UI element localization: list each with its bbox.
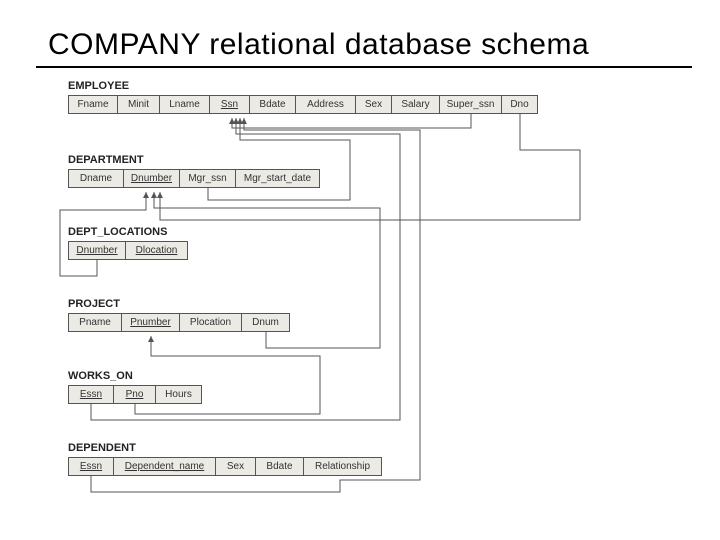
page-title: COMPANY relational database schema (48, 28, 589, 62)
table-row: Essn Pno Hours (68, 385, 202, 404)
fk-super-ssn-to-ssn (232, 114, 471, 128)
table-row: Fname Minit Lname Ssn Bdate Address Sex … (68, 95, 538, 114)
table-name: PROJECT (68, 298, 290, 310)
table-name: EMPLOYEE (68, 80, 538, 92)
table-name: WORKS_ON (68, 370, 202, 382)
table-employee: EMPLOYEE Fname Minit Lname Ssn Bdate Add… (68, 80, 538, 114)
col-dnumber: Dnumber (124, 169, 180, 188)
col-mgr-ssn: Mgr_ssn (180, 169, 236, 188)
col-relationship: Relationship (304, 457, 382, 476)
col-address: Address (296, 95, 356, 114)
table-row: Dnumber Dlocation (68, 241, 188, 260)
col-salary: Salary (392, 95, 440, 114)
col-ssn: Ssn (210, 95, 250, 114)
col-pno: Pno (114, 385, 156, 404)
col-hours: Hours (156, 385, 202, 404)
table-name: DEPT_LOCATIONS (68, 226, 188, 238)
table-row: Dname Dnumber Mgr_ssn Mgr_start_date (68, 169, 320, 188)
col-pnumber: Pnumber (122, 313, 180, 332)
col-sex: Sex (216, 457, 256, 476)
col-lname: Lname (160, 95, 210, 114)
col-dnum: Dnum (242, 313, 290, 332)
col-dlocation: Dlocation (126, 241, 188, 260)
table-name: DEPENDENT (68, 442, 382, 454)
table-dept-locations: DEPT_LOCATIONS Dnumber Dlocation (68, 226, 188, 260)
col-dname: Dname (68, 169, 124, 188)
table-row: Essn Dependent_name Sex Bdate Relationsh… (68, 457, 382, 476)
col-plocation: Plocation (180, 313, 242, 332)
table-project: PROJECT Pname Pnumber Plocation Dnum (68, 298, 290, 332)
col-fname: Fname (68, 95, 118, 114)
table-dependent: DEPENDENT Essn Dependent_name Sex Bdate … (68, 442, 382, 476)
col-bdate: Bdate (256, 457, 304, 476)
table-row: Pname Pnumber Plocation Dnum (68, 313, 290, 332)
title-underline (36, 66, 692, 68)
table-name: DEPARTMENT (68, 154, 320, 166)
col-pname: Pname (68, 313, 122, 332)
col-essn: Essn (68, 457, 114, 476)
col-minit: Minit (118, 95, 160, 114)
col-super-ssn: Super_ssn (440, 95, 502, 114)
col-bdate: Bdate (250, 95, 296, 114)
col-dnumber: Dnumber (68, 241, 126, 260)
table-department: DEPARTMENT Dname Dnumber Mgr_ssn Mgr_sta… (68, 154, 320, 188)
col-essn: Essn (68, 385, 114, 404)
col-dependent-name: Dependent_name (114, 457, 216, 476)
col-mgr-start-date: Mgr_start_date (236, 169, 320, 188)
col-dno: Dno (502, 95, 538, 114)
col-sex: Sex (356, 95, 392, 114)
table-works-on: WORKS_ON Essn Pno Hours (68, 370, 202, 404)
